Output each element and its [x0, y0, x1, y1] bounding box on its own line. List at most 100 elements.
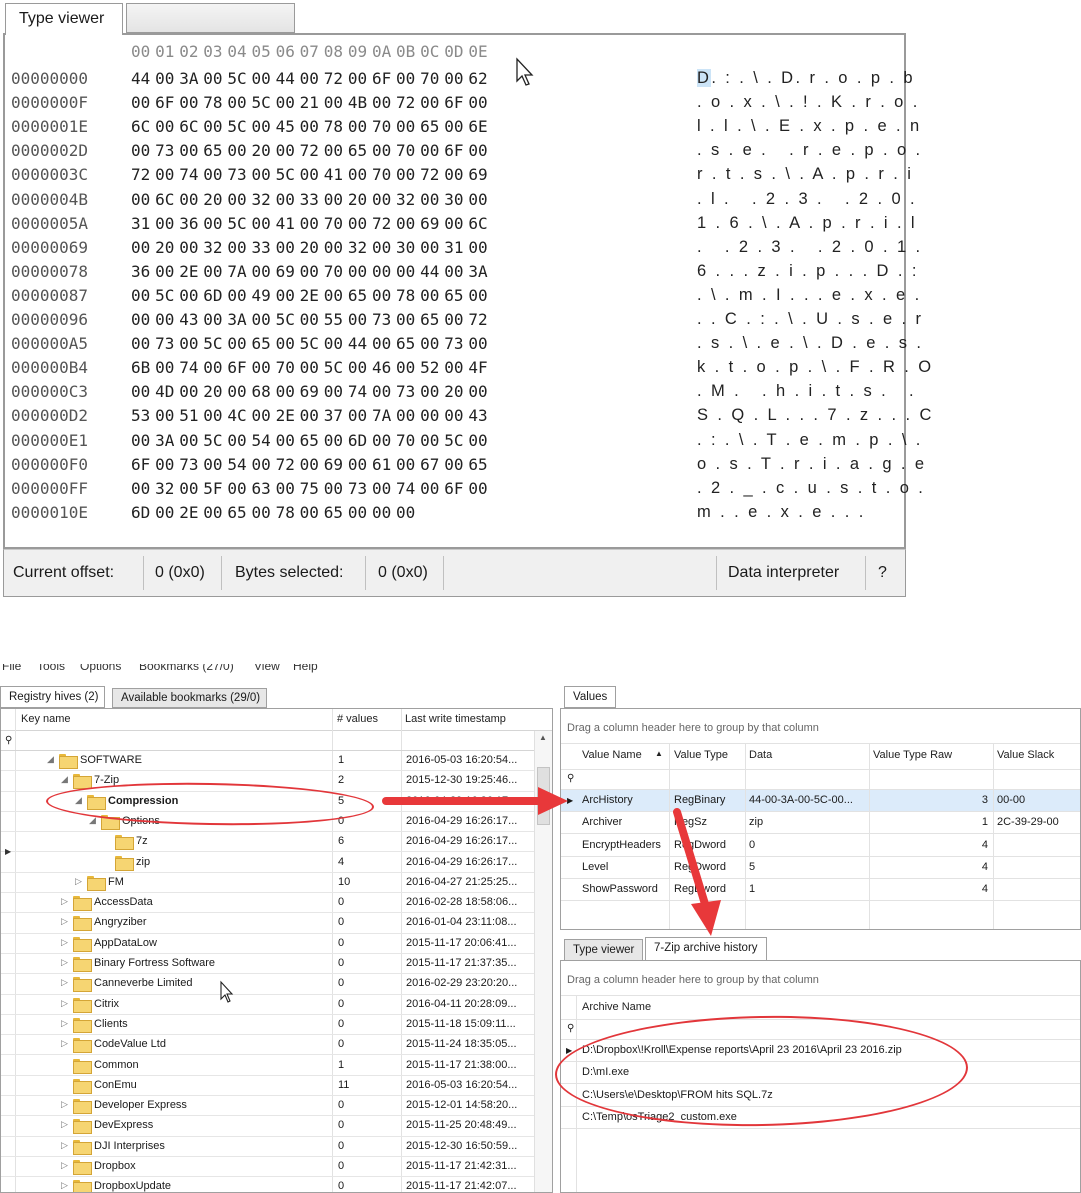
hex-row[interactable]: 00000078 36 00 2E 00 7A 00 69 00 70 00 00 00 44 00 3A 6 …	[5, 262, 916, 286]
hex-byte[interactable]: 32	[251, 190, 275, 209]
hex-byte[interactable]: 65	[227, 503, 251, 522]
hex-row-ascii[interactable]: . o . x . \ . ! . K . r . o .	[697, 93, 920, 112]
hex-byte[interactable]: 65	[348, 141, 372, 160]
hex-byte[interactable]: 73	[372, 310, 396, 329]
hex-row[interactable]: 0000003C 72 00 74 00 73 00 5C 00 41 00 70 00 72 00 69 r …	[5, 165, 911, 189]
hex-byte[interactable]: 00	[396, 165, 420, 184]
hex-row-ascii[interactable]: m . . e . x . e . . .	[697, 503, 866, 522]
hex-byte[interactable]: 61	[372, 455, 396, 474]
value-row[interactable]: Archiver RegSz zip 1 2C-39-29-00	[561, 812, 1080, 835]
scroll-up-icon[interactable]: ▲	[539, 733, 547, 742]
hex-byte[interactable]: 00	[227, 141, 251, 160]
hex-byte[interactable]: 68	[251, 382, 275, 401]
hex-row-bytes[interactable]: 00 5C 00 6D 00 49 00 2E 00 65 00 78 00 65 00	[131, 286, 492, 305]
hex-byte[interactable]: 00	[276, 479, 300, 498]
hex-byte[interactable]: 69	[324, 455, 348, 474]
data-interpreter-button[interactable]: Data interpreter	[728, 564, 839, 582]
tab-blank[interactable]	[126, 3, 295, 33]
hex-byte[interactable]: 00	[155, 455, 179, 474]
hex-byte[interactable]: 36	[179, 214, 203, 233]
hex-byte[interactable]: 6F	[444, 479, 468, 498]
expand-arrow-icon[interactable]: ▷	[61, 1119, 68, 1130]
menu-bookmarks[interactable]: Bookmarks (27/0)	[139, 664, 234, 673]
hex-byte[interactable]: 00	[251, 310, 275, 329]
tab-available-bookmarks[interactable]: Available bookmarks (29/0)	[112, 688, 268, 708]
hex-byte[interactable]: 00	[348, 358, 372, 377]
hex-row-bytes[interactable]: 44 00 3A 00 5C 00 44 00 72 00 6F 00 70 00 62	[131, 69, 492, 88]
expand-arrow-icon[interactable]: ▷	[61, 977, 68, 988]
hex-byte[interactable]: 00	[468, 286, 492, 305]
hex-byte[interactable]: 00	[203, 310, 227, 329]
hex-byte[interactable]: 00	[300, 165, 324, 184]
hex-byte[interactable]: 5C	[227, 214, 251, 233]
hex-byte[interactable]: 00	[372, 262, 396, 281]
hex-byte[interactable]: 65	[324, 503, 348, 522]
hex-row-bytes[interactable]: 00 6F 00 78 00 5C 00 21 00 4B 00 72 00 6F 00	[131, 93, 492, 112]
hex-byte[interactable]: 6F	[227, 358, 251, 377]
hex-byte[interactable]: 00	[227, 286, 251, 305]
hex-byte[interactable]: 6D	[203, 286, 227, 305]
hex-byte[interactable]: 00	[251, 117, 275, 136]
tab-type-viewer-small[interactable]: Type viewer	[564, 939, 644, 961]
hex-byte[interactable]: 5C	[227, 69, 251, 88]
hex-byte[interactable]: 00	[276, 286, 300, 305]
expand-arrow-icon[interactable]: ▷	[61, 1160, 68, 1171]
hex-byte[interactable]: 00	[203, 503, 227, 522]
hex-byte[interactable]: 00	[444, 165, 468, 184]
hex-byte[interactable]: 00	[372, 190, 396, 209]
hex-byte[interactable]: 00	[203, 262, 227, 281]
hex-byte[interactable]: 2E	[300, 286, 324, 305]
hex-byte[interactable]: 4B	[348, 93, 372, 112]
tree-row[interactable]: zip 4 2016-04-29 16:26:17...	[1, 853, 539, 873]
hex-byte[interactable]: 00	[396, 455, 420, 474]
hex-row-ascii[interactable]: . . 2 . 3 . . 2 . 0 . 1 .	[697, 238, 923, 257]
hex-byte[interactable]: 00	[131, 479, 155, 498]
hex-row-bytes[interactable]: 00 32 00 5F 00 63 00 75 00 73 00 74 00 6F 00	[131, 479, 492, 498]
hex-byte[interactable]: 00	[300, 455, 324, 474]
expand-arrow-icon[interactable]: ▷	[75, 876, 82, 887]
hex-byte[interactable]: 00	[300, 358, 324, 377]
hex-byte[interactable]: 00	[444, 406, 468, 425]
column-value-name[interactable]: Value Name	[582, 749, 642, 761]
expand-arrow-icon[interactable]: ▷	[61, 1099, 68, 1110]
filter-row[interactable]: ⚲	[1, 731, 552, 751]
hex-byte[interactable]: 74	[179, 165, 203, 184]
hex-byte[interactable]: 00	[227, 431, 251, 450]
column-data[interactable]: Data	[749, 749, 772, 761]
hex-byte[interactable]: 21	[300, 93, 324, 112]
hex-byte[interactable]: 32	[396, 190, 420, 209]
hex-byte[interactable]: 65	[300, 431, 324, 450]
hex-byte[interactable]: 00	[324, 382, 348, 401]
hex-byte[interactable]: 4C	[227, 406, 251, 425]
hex-row-ascii[interactable]: . l . . 2 . 3 . . 2 . 0 .	[697, 190, 917, 209]
hex-byte[interactable]: 20	[348, 190, 372, 209]
hex-byte[interactable]: 00	[324, 190, 348, 209]
hex-byte[interactable]: 69	[420, 214, 444, 233]
hex-byte[interactable]: 3A	[155, 431, 179, 450]
hex-byte[interactable]: 00	[420, 190, 444, 209]
hex-byte[interactable]: 00	[420, 93, 444, 112]
hex-byte[interactable]: 5C	[324, 358, 348, 377]
tree-row[interactable]: ▷ Canneverbe Limited 0 2016-02-29 23:20:20.…	[1, 974, 539, 995]
hex-byte[interactable]: 73	[396, 382, 420, 401]
hex-row[interactable]: 000000F0 6F 00 73 00 54 00 72 00 69 00 61 00 67 00 65 o …	[5, 455, 924, 479]
hex-byte[interactable]: 6D	[131, 503, 155, 522]
hex-byte[interactable]: 36	[131, 262, 155, 281]
hex-row-ascii[interactable]: . : . \ . T . e . m . p . \ .	[697, 431, 923, 450]
hex-row-ascii[interactable]: . s . e . . r . e . p . o .	[697, 141, 923, 160]
hex-byte[interactable]: 73	[155, 334, 179, 353]
hex-byte[interactable]: 20	[444, 382, 468, 401]
hex-byte[interactable]: 00	[396, 214, 420, 233]
hex-byte[interactable]: 3A	[179, 69, 203, 88]
hex-row-ascii[interactable]: l . l . \ . E . x . p . e . n	[697, 117, 922, 136]
hex-byte[interactable]: 65	[468, 455, 492, 474]
hex-row[interactable]: 00000087 00 5C 00 6D 00 49 00 2E 00 65 00 78 00 65 00. …	[5, 286, 919, 310]
hex-byte[interactable]: 00	[444, 262, 468, 281]
hex-byte[interactable]: 20	[251, 141, 275, 160]
hex-byte[interactable]: 00	[131, 334, 155, 353]
hex-byte[interactable]: 00	[179, 431, 203, 450]
tab-type-viewer[interactable]: Type viewer	[5, 3, 123, 35]
tree-row[interactable]: ▷ DropboxUpdate 0 2015-11-17 21:42:07...	[1, 1177, 539, 1192]
tree-row[interactable]: ▷ DJI Interprises 0 2015-12-30 16:50:59...	[1, 1137, 539, 1157]
hex-byte[interactable]: 00	[348, 117, 372, 136]
